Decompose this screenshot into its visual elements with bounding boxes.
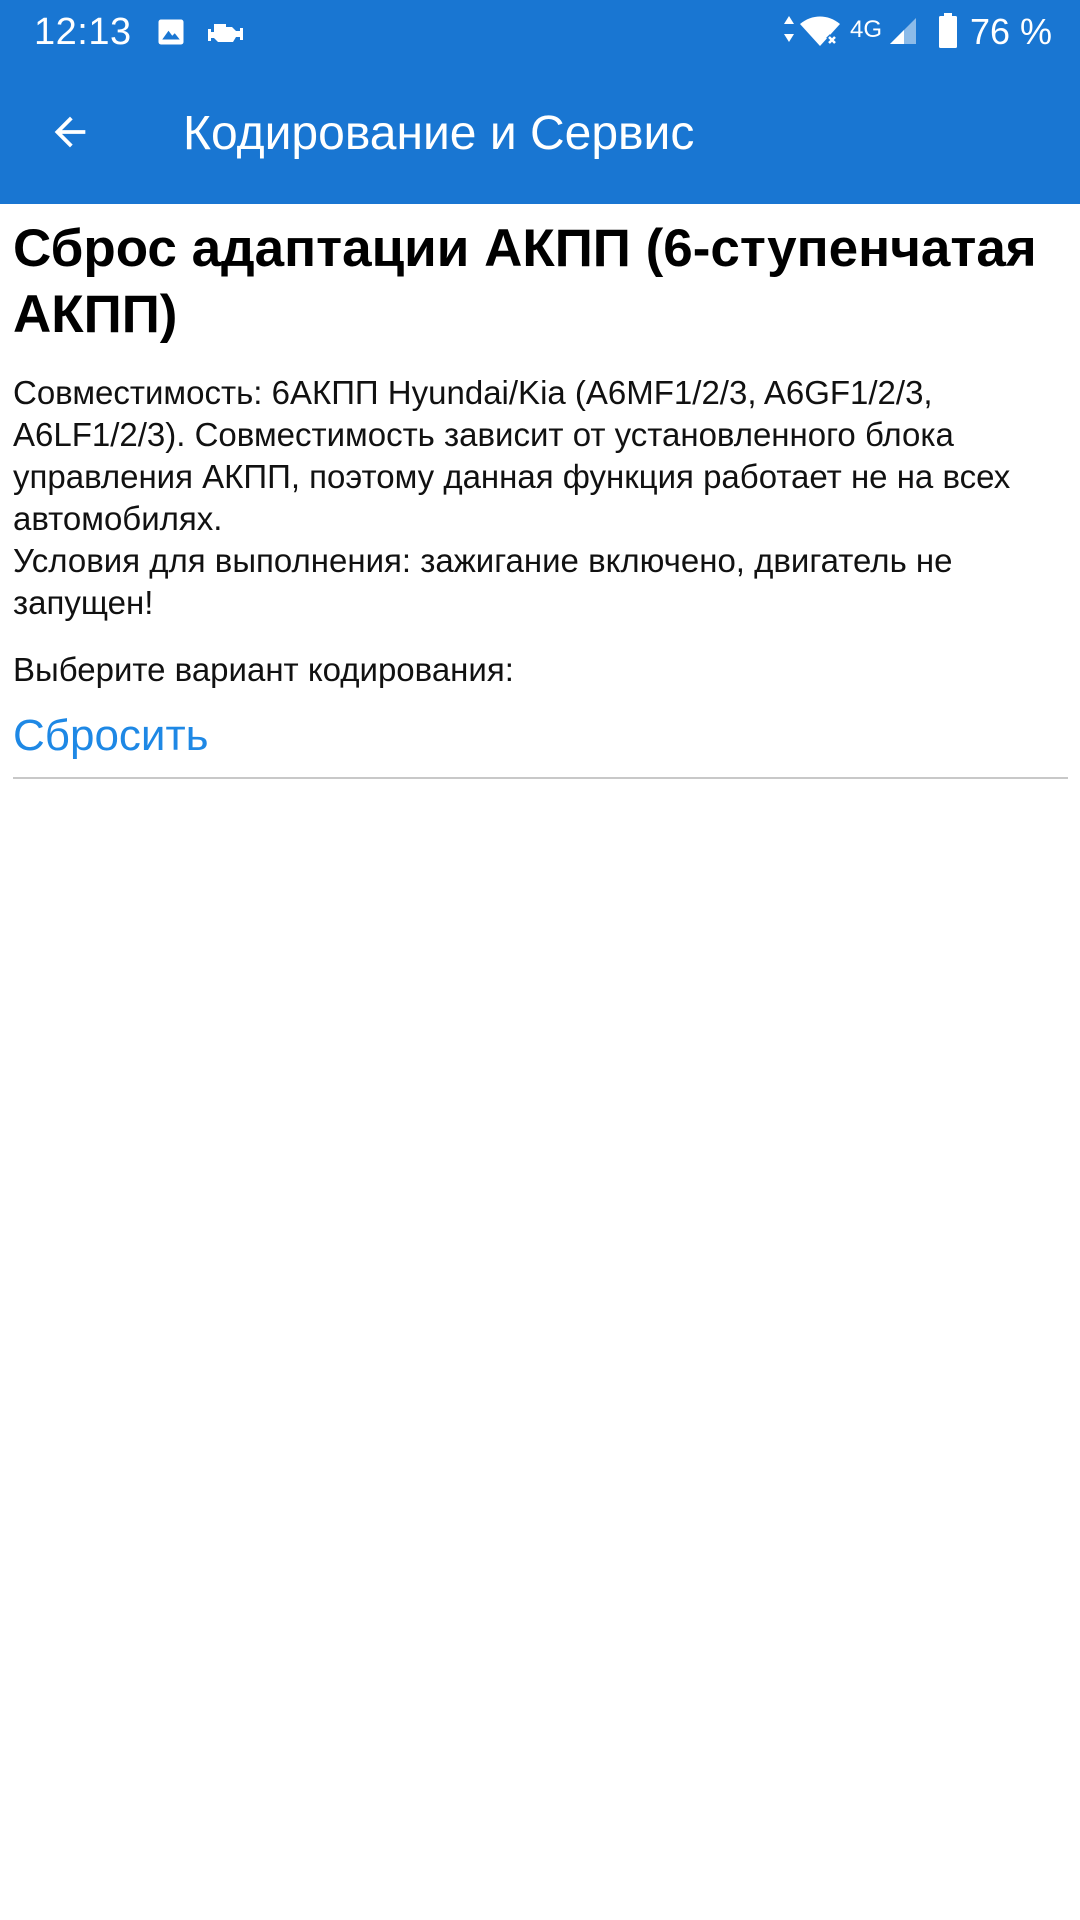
- image-icon: [158, 19, 184, 45]
- back-button[interactable]: [34, 96, 106, 168]
- battery-icon: [939, 13, 957, 48]
- signal-icon: [890, 18, 916, 44]
- toolbar-title: Кодирование и Сервис: [183, 107, 695, 160]
- car-engine-icon: [208, 24, 243, 42]
- status-time: 12:13: [34, 11, 132, 53]
- coding-prompt: Выберите вариант кодирования:: [13, 651, 514, 688]
- battery-percent: 76 %: [970, 11, 1053, 52]
- page-title: Сброс адаптации АКПП (6-ступенчатая АКПП…: [13, 219, 1037, 344]
- description: Совместимость: 6АКПП Hyundai/Kia (A6MF1/…: [13, 372, 1068, 624]
- main-content: Сброс адаптации АКПП (6-ступенчатая АКПП…: [13, 204, 1068, 779]
- reset-option[interactable]: Сбросить: [13, 709, 1068, 779]
- arrow-back-icon: [54, 116, 86, 148]
- app-toolbar: Кодирование и Сервис: [0, 63, 1080, 204]
- data-arrows-icon: [784, 16, 794, 42]
- compatibility-text: Совместимость: 6АКПП Hyundai/Kia (A6MF1/…: [13, 374, 1011, 537]
- network-type: 4G: [850, 16, 883, 43]
- status-bar: 12:13 4G 76 %: [0, 0, 1080, 63]
- wifi-icon: [800, 16, 840, 46]
- conditions-text: Условия для выполнения: зажигание включе…: [13, 542, 953, 621]
